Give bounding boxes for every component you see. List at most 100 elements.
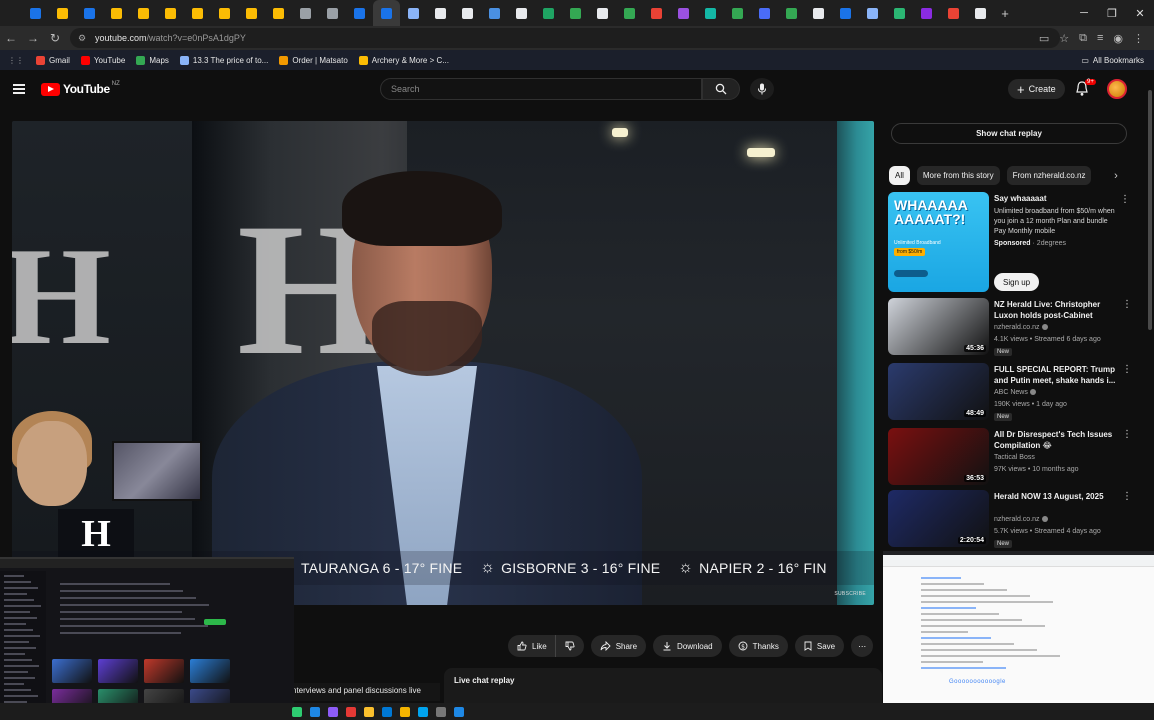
browser-tab[interactable] [697,0,724,26]
browser-tab[interactable] [886,0,913,26]
browser-tab[interactable] [940,0,967,26]
taskbar-app-icon[interactable] [414,703,432,720]
youtube-logo[interactable]: YouTube NZ [41,81,120,96]
more-actions-button[interactable]: ⋯ [851,635,874,657]
video-menu-icon[interactable]: ⋮ [1122,300,1132,310]
browser-tab[interactable] [778,0,805,26]
browser-tab[interactable] [373,0,400,26]
browser-tab[interactable] [913,0,940,26]
taskbar-app-icon[interactable] [342,703,360,720]
guide-menu-icon[interactable] [13,84,25,94]
channel-name[interactable]: nzherald.co.nz [994,516,1048,523]
browser-tab[interactable] [643,0,670,26]
video-thumbnail[interactable]: 45:36 [888,298,989,355]
browser-tab[interactable] [130,0,157,26]
minimize-icon[interactable]: ─ [1070,0,1098,26]
video-title[interactable]: All Dr Disrespect's Tech Issues Compilat… [994,429,1118,451]
browser-tab[interactable] [535,0,562,26]
restore-icon[interactable]: ❐ [1098,0,1126,26]
browser-tab[interactable] [724,0,751,26]
video-title[interactable]: FULL SPECIAL REPORT: Trump and Putin mee… [994,364,1118,386]
bookmark-item[interactable]: Order | Matsato [279,55,348,65]
video-thumbnail[interactable]: 2:20:54 [888,490,989,547]
browser-tab[interactable] [859,0,886,26]
browser-tab[interactable] [454,0,481,26]
browser-tab[interactable] [103,0,130,26]
browser-tab[interactable] [346,0,373,26]
bookmark-item[interactable]: Gmail [36,55,70,65]
taskbar-app-icon[interactable] [306,703,324,720]
forward-icon[interactable]: → [22,26,44,50]
browser-tab[interactable] [508,0,535,26]
ad-signup-button[interactable]: Sign up [994,273,1040,291]
ad-menu-icon[interactable]: ⋮ [1120,195,1130,205]
reload-icon[interactable]: ↻ [44,26,66,50]
close-icon[interactable]: ✕ [1126,0,1154,26]
sponsored-ad[interactable]: WHAAAAA AAAAAT?! Unlimited Broadband fro… [888,192,1132,294]
browser-tab[interactable] [400,0,427,26]
new-tab-icon[interactable]: + [994,0,1016,26]
back-icon[interactable]: ← [0,26,22,50]
filter-chip[interactable]: From nzherald.co.nz [1006,166,1091,185]
video-title[interactable]: Herald NOW 13 August, 2025 [994,491,1118,502]
channel-name[interactable]: ABC News [994,389,1036,396]
browser-tab[interactable] [211,0,238,26]
live-chat-replay-panel[interactable]: Live chat replay [444,668,882,706]
like-button[interactable]: Like [508,635,555,657]
video-menu-icon[interactable]: ⋮ [1122,365,1132,375]
all-bookmarks[interactable]: ▭ All Bookmarks [1081,50,1144,70]
recommended-video[interactable]: 2:20:54 Herald NOW 13 August, 2025 nzheral… [888,490,1132,550]
download-button[interactable]: Download [653,635,722,657]
browser-tab[interactable] [22,0,49,26]
video-player[interactable]: H H H TAURANGA 6 - 17° FINE ☼ GISBORNE 3 -… [12,121,874,605]
browser-tab[interactable] [562,0,589,26]
video-thumbnail[interactable]: 48:49 [888,363,989,420]
cast-icon[interactable]: ▭ [1039,32,1049,45]
account-avatar[interactable] [1107,79,1127,99]
browser-tab[interactable] [832,0,859,26]
browser-tab[interactable] [292,0,319,26]
dislike-button[interactable] [554,635,584,657]
browser-tab[interactable] [805,0,832,26]
browser-menu-icon[interactable]: ⋮ [1133,32,1144,45]
channel-name[interactable]: nzherald.co.nz [994,324,1048,331]
bookmark-item[interactable]: Archery & More > C... [358,55,449,65]
browser-tab[interactable] [967,0,994,26]
browser-tab[interactable] [751,0,778,26]
browser-tab[interactable] [157,0,184,26]
profile-icon[interactable]: ◉ [1113,32,1123,45]
browser-tab[interactable] [589,0,616,26]
browser-tab[interactable] [265,0,292,26]
recommended-video[interactable]: 48:49 FULL SPECIAL REPORT: Trump and Puti… [888,363,1132,423]
browser-tab[interactable] [238,0,265,26]
browser-tab[interactable] [76,0,103,26]
taskbar-app-icon[interactable] [450,703,468,720]
browser-tab[interactable] [481,0,508,26]
ad-title[interactable]: Say whaaaaat [994,194,1046,203]
thanks-button[interactable]: $ Thanks [728,635,788,657]
bookmark-item[interactable]: Maps [136,55,169,65]
bookmark-item[interactable]: YouTube [80,55,125,65]
video-thumbnail[interactable]: 36:53 [888,428,989,485]
video-menu-icon[interactable]: ⋮ [1122,430,1132,440]
bookmark-item[interactable]: 13.3 The price of to... [179,55,268,65]
recommended-video[interactable]: 45:36 NZ Herald Live: Christopher Luxon h… [888,298,1132,358]
browser-tab[interactable] [670,0,697,26]
browser-tab[interactable] [319,0,346,26]
taskbar-app-icon[interactable] [432,703,450,720]
taskbar-app-icon[interactable] [396,703,414,720]
voice-search-button[interactable] [750,78,774,100]
extensions-icon[interactable]: ⧉ [1079,32,1087,45]
description-snippet[interactable]: nterviews and panel discussions live [290,683,440,701]
downloads-icon[interactable]: ≡ [1097,32,1103,44]
browser-tab[interactable] [49,0,76,26]
recommended-video[interactable]: 36:53 All Dr Disrespect's Tech Issues Com… [888,428,1132,488]
taskbar-app-icon[interactable] [324,703,342,720]
taskbar-app-icon[interactable] [288,703,306,720]
show-chat-replay-button[interactable]: Show chat replay [891,123,1127,144]
share-button[interactable]: Share [590,635,647,657]
channel-name[interactable]: Tactical Boss [994,454,1035,461]
address-bar[interactable]: ⚙ youtube.com/watch?v=e0nPsA1dgPY [70,28,1060,48]
page-scrollbar[interactable] [1148,90,1152,330]
browser-tab[interactable] [427,0,454,26]
